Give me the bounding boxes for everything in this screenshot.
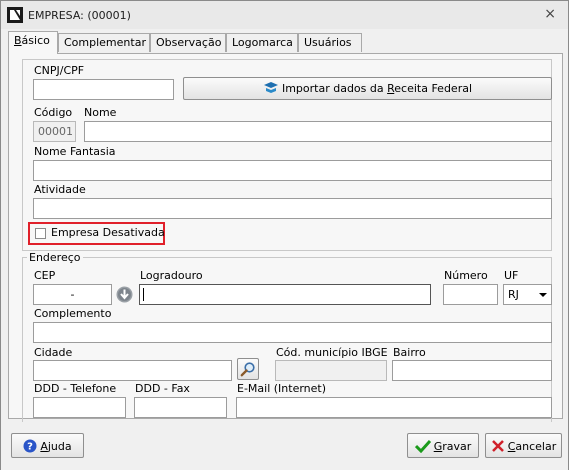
- save-button[interactable]: Gravar: [407, 433, 479, 458]
- footer-bar: ? Ajuda Gravar Cancelar: [1, 422, 568, 470]
- cidade-label: Cidade: [34, 346, 73, 359]
- ddd-telefone-input[interactable]: [33, 397, 126, 418]
- bairro-input[interactable]: [392, 360, 552, 381]
- close-icon[interactable]: ×: [544, 6, 556, 22]
- window-title: EMPRESA: (00001): [28, 9, 131, 22]
- nome-label: Nome: [84, 106, 117, 119]
- ddd-fax-label: DDD - Fax: [135, 382, 190, 395]
- title-bar: EMPRESA: (00001) ×: [1, 1, 568, 29]
- ddd-telefone-label: DDD - Telefone: [34, 382, 117, 395]
- complemento-input[interactable]: [33, 322, 552, 343]
- numero-input[interactable]: [443, 284, 498, 305]
- cep-label: CEP: [34, 269, 56, 282]
- magnifier-icon: [240, 362, 255, 377]
- empresa-window: EMPRESA: (00001) × Básico Complementar O…: [0, 0, 569, 470]
- help-icon: ?: [23, 439, 37, 453]
- tab-complementar[interactable]: Complementar: [58, 33, 150, 52]
- complemento-label: Complemento: [34, 307, 112, 320]
- logradouro-input[interactable]: [139, 284, 431, 305]
- nome-fantasia-input[interactable]: [33, 160, 552, 181]
- empresa-desativada-checkbox[interactable]: [35, 228, 46, 239]
- search-city-button[interactable]: [237, 358, 259, 380]
- cep-input[interactable]: -: [33, 284, 112, 305]
- cancel-x-icon: [491, 440, 504, 452]
- ddd-fax-input[interactable]: [134, 397, 227, 418]
- empresa-desativada-label[interactable]: Empresa Desativada: [51, 226, 165, 239]
- codigo-input: 00001: [33, 121, 76, 142]
- cep-lookup-icon[interactable]: [116, 286, 133, 303]
- help-button[interactable]: ? Ajuda: [11, 433, 84, 458]
- tab-panel-basico: CNPJ/CPF Importar dados da Receita Feder…: [8, 53, 563, 427]
- logradouro-label: Logradouro: [140, 269, 203, 282]
- tab-usuarios[interactable]: Usuários: [298, 33, 362, 52]
- bairro-label: Bairro: [393, 346, 426, 359]
- text-cursor: [143, 288, 144, 301]
- codigo-label: Código: [34, 106, 73, 119]
- numero-label: Número: [444, 269, 488, 282]
- app-logo-icon: [7, 7, 23, 23]
- check-icon: [414, 439, 431, 454]
- atividade-input[interactable]: [33, 198, 552, 219]
- atividade-label: Atividade: [34, 183, 86, 196]
- nome-input[interactable]: [84, 121, 552, 142]
- tab-observacao[interactable]: Observação: [150, 33, 226, 52]
- cancel-button[interactable]: Cancelar: [485, 433, 562, 458]
- import-icon: [263, 82, 278, 93]
- chevron-down-icon[interactable]: [536, 286, 550, 303]
- import-receita-button[interactable]: Importar dados da Receita Federal: [183, 77, 552, 100]
- cidade-input[interactable]: [33, 360, 232, 381]
- nome-fantasia-label: Nome Fantasia: [34, 145, 116, 158]
- cnpj-input[interactable]: [33, 79, 174, 100]
- uf-selected-value: RJ: [508, 288, 519, 301]
- tab-basico[interactable]: Básico: [8, 31, 58, 54]
- tab-logomarca[interactable]: Logomarca: [226, 33, 298, 52]
- ibge-label: Cód. município IBGE: [276, 346, 388, 359]
- cnpj-label: CNPJ/CPF: [34, 64, 85, 77]
- endereco-legend: Endereço: [27, 251, 83, 264]
- email-input[interactable]: [236, 397, 552, 418]
- svg-text:?: ?: [27, 442, 33, 453]
- uf-label: UF: [504, 269, 519, 282]
- ibge-input: [275, 360, 387, 381]
- email-label: E-Mail (Internet): [237, 382, 327, 395]
